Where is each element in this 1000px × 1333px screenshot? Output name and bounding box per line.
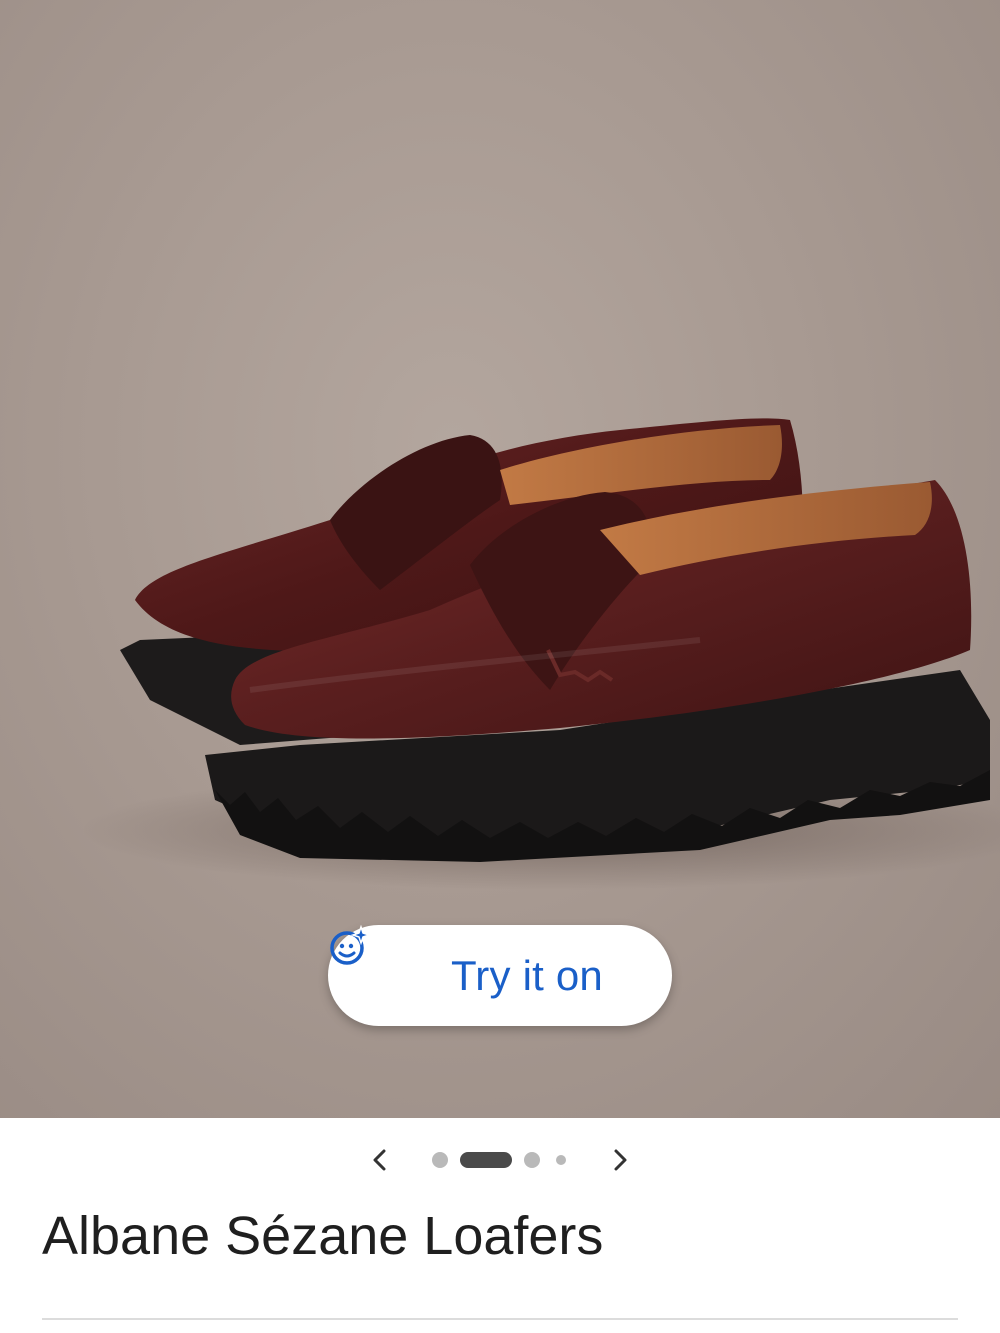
carousel-pager bbox=[0, 1140, 1000, 1180]
divider bbox=[42, 1318, 958, 1320]
try-it-on-label: Try it on bbox=[451, 951, 603, 999]
chevron-left-icon[interactable] bbox=[366, 1146, 394, 1174]
face-sparkle-icon bbox=[330, 925, 439, 997]
carousel-dot-1[interactable] bbox=[432, 1152, 448, 1168]
product-title: Albane Sézane Loafers bbox=[42, 1206, 604, 1266]
chevron-right-icon[interactable] bbox=[606, 1146, 634, 1174]
carousel-dot-3[interactable] bbox=[524, 1152, 540, 1168]
carousel-dot-2[interactable] bbox=[460, 1152, 512, 1168]
try-it-on-button[interactable]: Try it on bbox=[328, 925, 672, 1026]
carousel-dot-4[interactable] bbox=[556, 1155, 566, 1165]
product-image[interactable]: Try it on bbox=[0, 0, 1000, 1118]
